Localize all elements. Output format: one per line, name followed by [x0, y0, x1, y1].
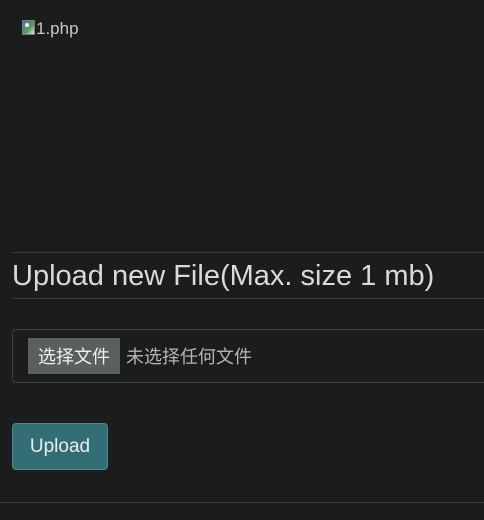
- upload-section-title: Upload new File(Max. size 1 mb): [12, 260, 435, 292]
- divider-top: [12, 252, 484, 253]
- broken-image-icon: [22, 20, 35, 35]
- image-alt-text: 1.php: [36, 19, 79, 38]
- broken-image: 1.php: [22, 19, 79, 39]
- file-input-field[interactable]: 选择文件 未选择任何文件: [12, 329, 484, 383]
- page: 1.php Upload new File(Max. size 1 mb) 选择…: [0, 0, 484, 520]
- divider-bottom: [0, 502, 484, 503]
- upload-button[interactable]: Upload: [12, 423, 108, 470]
- divider-title: [12, 298, 484, 299]
- file-status-text: 未选择任何文件: [126, 347, 252, 367]
- choose-file-button[interactable]: 选择文件: [28, 338, 120, 374]
